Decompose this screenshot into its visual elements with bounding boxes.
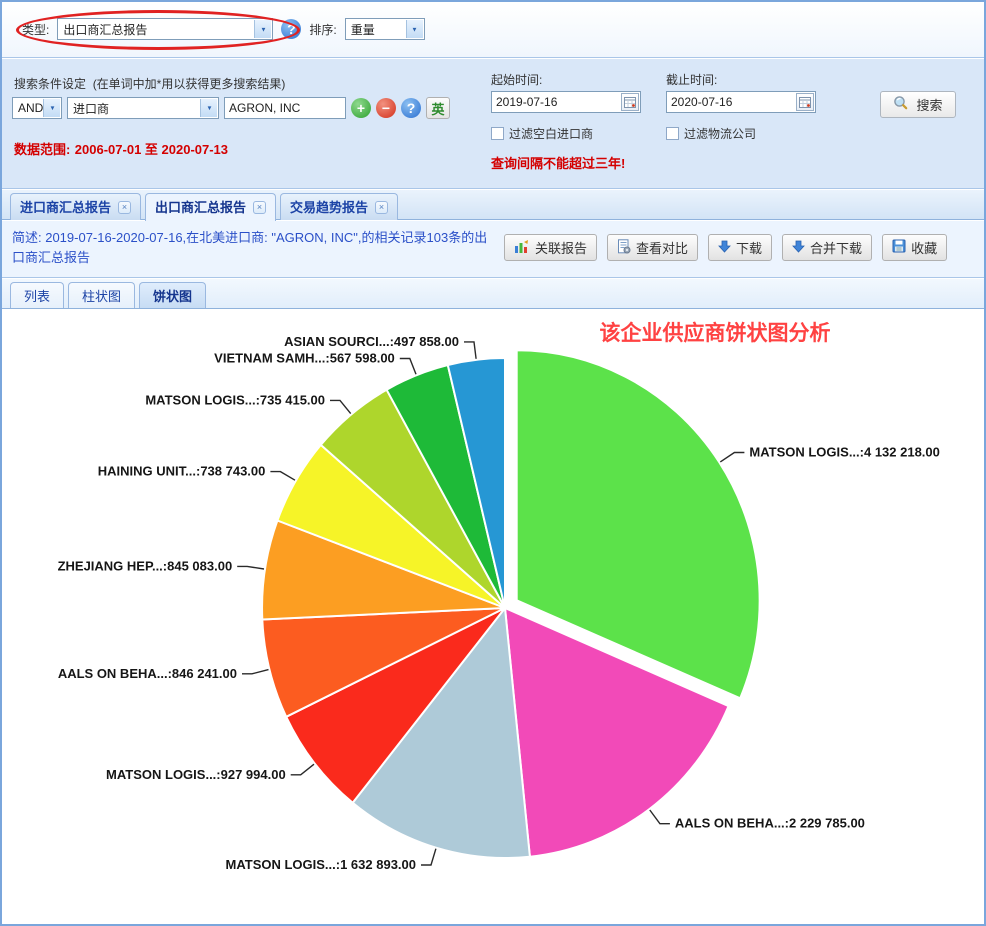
- download-arrow-icon: [792, 240, 805, 256]
- subtab-list[interactable]: 列表: [10, 282, 64, 308]
- help-icon[interactable]: ?: [281, 19, 301, 39]
- end-date-label: 截止时间:: [666, 71, 816, 88]
- close-icon[interactable]: ×: [375, 201, 388, 214]
- magnifier-icon: [893, 95, 909, 114]
- label-leader-line: [421, 849, 436, 865]
- tab-exporter-summary-report[interactable]: 出口商汇总报告 ×: [145, 193, 276, 221]
- app-window: 类型: 出口商汇总报告 ▼ ? 排序: 重量 ▼ 搜索条件设定 (在单词中加*用…: [0, 0, 986, 926]
- subtab-bar-chart[interactable]: 柱状图: [68, 282, 135, 308]
- type-select[interactable]: 出口商汇总报告 ▼: [57, 18, 273, 40]
- start-date-input[interactable]: [491, 91, 641, 113]
- report-tabbar: 进口商汇总报告 × 出口商汇总报告 × 交易趋势报告 ×: [2, 190, 984, 220]
- pie-slice-label: AALS ON BEHA...:846 241.00: [58, 666, 237, 681]
- chevron-down-icon[interactable]: ▼: [254, 20, 271, 38]
- pie-slice-label: HAINING UNIT...:738 743.00: [98, 464, 266, 479]
- view-subtabbar: 列表 柱状图 饼状图: [2, 279, 984, 309]
- pie-chart-panel: 该企业供应商饼状图分析 MATSON LOGIS...:4 132 218.00 A…: [2, 310, 984, 924]
- label-leader-line: [720, 453, 744, 462]
- filter-logistics-label: 过滤物流公司: [684, 125, 756, 142]
- filter-logistics-checkbox[interactable]: [666, 127, 679, 140]
- label-leader-line: [242, 670, 269, 674]
- calendar-icon[interactable]: [796, 93, 814, 111]
- label-leader-line: [650, 810, 670, 824]
- label-leader-line: [237, 566, 264, 569]
- chevron-down-icon[interactable]: ▼: [200, 99, 217, 117]
- pie-slice-label: MATSON LOGIS...:735 415.00: [145, 392, 325, 407]
- filter-blank-importer-label: 过滤空白进口商: [509, 125, 593, 142]
- search-button[interactable]: 搜索: [880, 91, 956, 118]
- compare-doc-icon: [617, 239, 631, 257]
- tab-trade-trend-report[interactable]: 交易趋势报告 ×: [280, 193, 398, 220]
- calendar-icon[interactable]: [621, 93, 639, 111]
- merge-download-button[interactable]: 合并下载: [782, 234, 872, 261]
- pie-slice-label: VIETNAM SAMH...:567 598.00: [214, 351, 395, 366]
- chevron-down-icon[interactable]: ▼: [406, 20, 423, 38]
- type-select-value: 出口商汇总报告: [63, 21, 147, 38]
- label-leader-line: [330, 400, 351, 413]
- english-toggle-button[interactable]: 英: [426, 97, 450, 119]
- pie-slice-label: MATSON LOGIS...:927 994.00: [106, 767, 286, 782]
- supplier-pie-chart: 该企业供应商饼状图分析 MATSON LOGIS...:4 132 218.00 A…: [11, 310, 979, 922]
- download-button[interactable]: 下载: [708, 234, 772, 261]
- data-range-value: 2006-07-01 至 2020-07-13: [75, 142, 228, 157]
- related-report-button[interactable]: 关联报告: [504, 234, 597, 261]
- label-leader-line: [464, 342, 476, 359]
- pie-slice-label: AALS ON BEHA...:2 229 785.00: [675, 816, 865, 831]
- boolean-operator-select[interactable]: AND ▼: [12, 97, 62, 119]
- view-compare-button[interactable]: 查看对比: [607, 234, 698, 261]
- favorite-button[interactable]: 收藏: [882, 234, 947, 261]
- download-arrow-icon: [718, 240, 731, 256]
- sort-select[interactable]: 重量 ▼: [345, 18, 425, 40]
- label-leader-line: [400, 359, 416, 375]
- label-leader-line: [270, 472, 295, 481]
- pie-slice-label: ASIAN SOURCI...:497 858.00: [284, 334, 459, 349]
- sort-select-value: 重量: [351, 21, 375, 38]
- remove-condition-icon[interactable]: −: [376, 98, 396, 118]
- search-panel: 搜索条件设定 (在单词中加*用以获得更多搜索结果) AND ▼ 进口商 ▼ + …: [2, 59, 984, 189]
- pie-slice-label: ZHEJIANG HEP...:845 083.00: [58, 558, 233, 573]
- pie-slice-label: MATSON LOGIS...:1 632 893.00: [226, 857, 417, 872]
- end-date-input[interactable]: [666, 91, 816, 113]
- query-interval-warning: 查询间隔不能超过三年!: [491, 153, 625, 172]
- search-button-label: 搜索: [916, 95, 942, 114]
- save-disk-icon: [892, 239, 906, 256]
- subtab-pie-chart[interactable]: 饼状图: [139, 282, 206, 308]
- close-icon[interactable]: ×: [118, 201, 131, 214]
- chevron-down-icon[interactable]: ▼: [43, 99, 60, 117]
- filter-blank-importer-checkbox[interactable]: [491, 127, 504, 140]
- related-report-chart-icon: [514, 239, 530, 257]
- start-date-label: 起始时间:: [491, 71, 641, 88]
- sort-label: 排序:: [309, 21, 336, 38]
- pie-slice-label: MATSON LOGIS...:4 132 218.00: [749, 445, 940, 460]
- pie-chart-title: 该企业供应商饼状图分析: [600, 321, 831, 345]
- close-icon[interactable]: ×: [253, 201, 266, 214]
- data-range-label: 数据范围:: [14, 142, 70, 157]
- keyword-input[interactable]: [224, 97, 346, 119]
- add-condition-icon[interactable]: +: [351, 98, 371, 118]
- report-summary-text: 简述: 2019-07-16-2020-07-16,在北美进口商: "AGRON…: [12, 228, 492, 268]
- label-leader-line: [291, 764, 314, 775]
- type-toolbar: 类型: 出口商汇总报告 ▼ ? 排序: 重量 ▼: [2, 2, 984, 58]
- type-label: 类型:: [22, 21, 49, 38]
- tab-importer-summary-report[interactable]: 进口商汇总报告 ×: [10, 193, 141, 220]
- search-field-select[interactable]: 进口商 ▼: [67, 97, 219, 119]
- search-settings-title: 搜索条件设定 (在单词中加*用以获得更多搜索结果): [14, 75, 285, 92]
- help-icon[interactable]: ?: [401, 98, 421, 118]
- summary-panel: 简述: 2019-07-16-2020-07-16,在北美进口商: "AGRON…: [2, 221, 984, 278]
